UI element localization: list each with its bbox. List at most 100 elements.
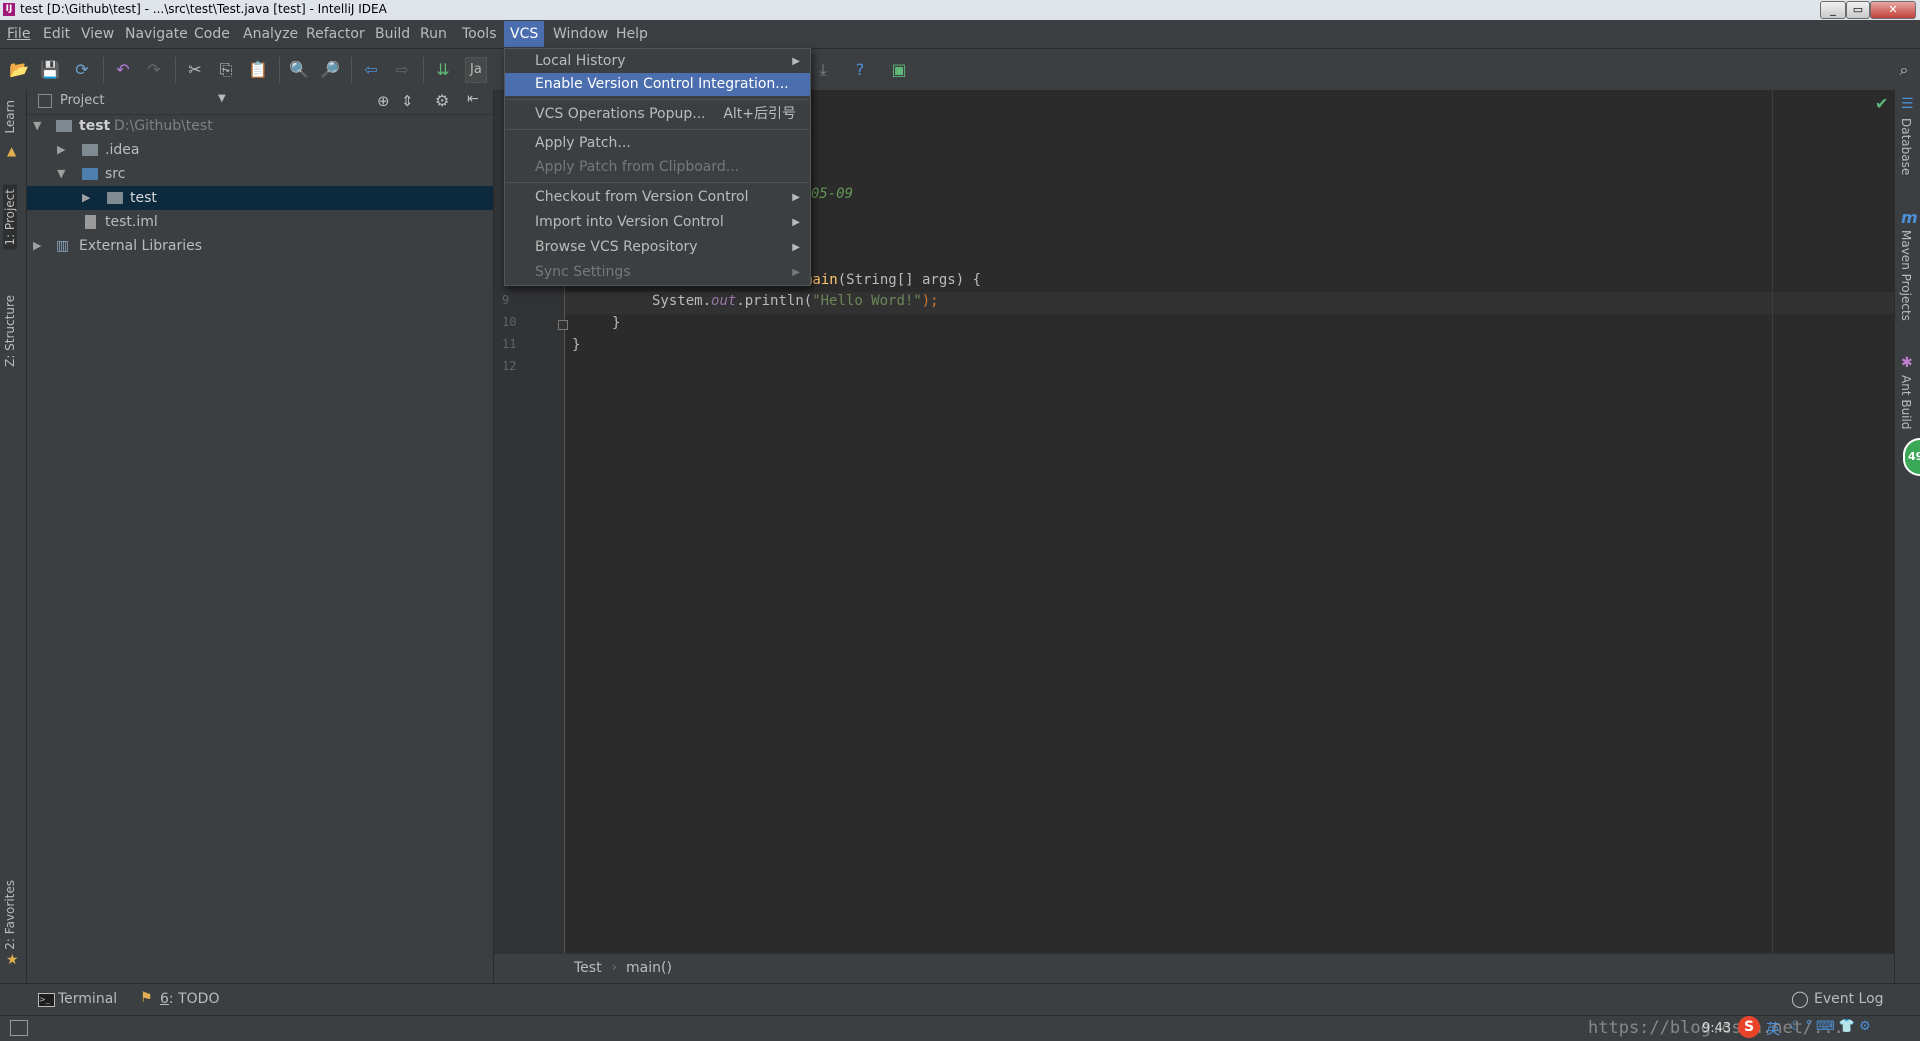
maximize-button[interactable]: ▭ bbox=[1846, 1, 1870, 19]
tree-row-test-package[interactable]: ▶ test bbox=[27, 186, 493, 210]
gear-icon[interactable]: ⚙ bbox=[435, 91, 449, 110]
menu-item-checkout[interactable]: Checkout from Version Control ▶ bbox=[505, 186, 810, 209]
tree-label: test.iml bbox=[105, 214, 158, 230]
menu-item-enable-vcs-integration[interactable]: Enable Version Control Integration... bbox=[505, 73, 810, 96]
find-icon[interactable]: 🔍 bbox=[288, 59, 310, 81]
clock-time: 9:43 bbox=[1702, 1021, 1732, 1036]
code-system: System. bbox=[652, 293, 712, 309]
download-icon[interactable]: ⤓ bbox=[812, 59, 834, 81]
tree-row-project-root[interactable]: ▼ test D:\Github\test bbox=[27, 114, 493, 138]
tab-favorites[interactable]: 2: Favorites bbox=[3, 880, 17, 950]
toolbar-separator bbox=[279, 57, 280, 83]
menu-view[interactable]: View bbox=[81, 26, 114, 42]
ime-mode-label[interactable]: 英 bbox=[1766, 1019, 1780, 1039]
tab-structure[interactable]: Z: Structure bbox=[3, 295, 17, 367]
tool-windows-toggle-icon[interactable] bbox=[10, 1020, 28, 1036]
tab-event-log[interactable]: Event Log bbox=[1814, 991, 1884, 1007]
menu-item-vcs-operations-popup[interactable]: VCS Operations Popup... Alt+后引号 bbox=[505, 103, 810, 126]
tab-project[interactable]: 1: Project bbox=[3, 185, 17, 250]
line-number: 9 bbox=[502, 293, 510, 307]
run-config-selector[interactable]: Ja bbox=[465, 57, 487, 83]
tree-row-external-libraries[interactable]: ▶ ▥ External Libraries bbox=[27, 234, 493, 258]
menu-navigate[interactable]: Navigate bbox=[125, 26, 188, 42]
tree-row-idea[interactable]: ▶ .idea bbox=[27, 138, 493, 162]
menu-item-sync-settings[interactable]: Sync Settings ▶ bbox=[505, 261, 810, 284]
ime-toolbar-icons[interactable]: ☾°⌨👕⚙ bbox=[1790, 1019, 1875, 1034]
menu-refactor[interactable]: Refactor bbox=[306, 26, 365, 42]
bottom-tool-bar: >_ Terminal ⚑ 6: TODO ◯ Event Log bbox=[0, 983, 1920, 1016]
code-close-brace-method: } bbox=[612, 315, 621, 331]
save-icon[interactable]: 💾 bbox=[39, 59, 61, 81]
tab-ant-build[interactable]: Ant Build bbox=[1899, 375, 1913, 429]
todo-mnemonic: 6 bbox=[160, 991, 169, 1007]
breadcrumb-class[interactable]: Test bbox=[574, 960, 602, 976]
menu-analyze[interactable]: Analyze bbox=[243, 26, 298, 42]
ant-icon: ✱ bbox=[1901, 355, 1913, 371]
paste-icon[interactable]: 📋 bbox=[247, 59, 269, 81]
menu-window[interactable]: Window bbox=[553, 26, 608, 42]
minimize-button[interactable]: _ bbox=[1820, 1, 1846, 19]
collapsed-arrow-icon[interactable]: ▶ bbox=[33, 234, 41, 258]
chevron-down-icon[interactable]: ▼ bbox=[218, 93, 226, 104]
menu-edit[interactable]: Edit bbox=[43, 26, 70, 42]
expanded-arrow-icon[interactable]: ▼ bbox=[57, 162, 65, 186]
make-project-icon[interactable]: ⇊ bbox=[432, 59, 454, 81]
menu-file[interactable]: File bbox=[7, 26, 30, 42]
vcs-dropdown-menu: Local History ▶ Enable Version Control I… bbox=[504, 48, 811, 286]
forward-icon[interactable]: ⇨ bbox=[391, 59, 413, 81]
expanded-arrow-icon[interactable]: ▼ bbox=[33, 114, 41, 138]
menu-item-label: Local History bbox=[535, 53, 626, 69]
search-everywhere-icon[interactable]: ⌕ bbox=[1893, 59, 1915, 81]
hide-panel-icon[interactable]: ⇤ bbox=[467, 91, 479, 107]
menu-vcs[interactable]: VCS bbox=[504, 21, 545, 47]
close-window-button[interactable]: ✕ bbox=[1870, 1, 1916, 19]
tab-learn[interactable]: Learn bbox=[3, 100, 17, 134]
menu-item-apply-patch-clipboard[interactable]: Apply Patch from Clipboard... bbox=[505, 156, 810, 179]
line-number: 12 bbox=[502, 359, 517, 373]
back-icon[interactable]: ⇦ bbox=[360, 59, 382, 81]
menu-item-label: Checkout from Version Control bbox=[535, 189, 749, 205]
inspection-ok-check-icon[interactable]: ✔ bbox=[1875, 94, 1888, 113]
copy-icon[interactable]: ⎘ bbox=[215, 59, 237, 81]
menu-item-apply-patch[interactable]: Apply Patch... bbox=[505, 132, 810, 155]
window-title-bar: IJ test [D:\Github\test] - ...\src\test\… bbox=[0, 0, 1920, 20]
menu-tools[interactable]: Tools bbox=[462, 26, 497, 42]
menu-item-import[interactable]: Import into Version Control ▶ bbox=[505, 211, 810, 234]
floating-badge[interactable]: 49 bbox=[1903, 438, 1920, 476]
fold-marker-icon[interactable] bbox=[558, 320, 568, 330]
menu-item-browse-repository[interactable]: Browse VCS Repository ▶ bbox=[505, 236, 810, 259]
menu-run[interactable]: Run bbox=[420, 26, 447, 42]
project-structure-icon[interactable]: ▣ bbox=[888, 59, 910, 81]
menu-help[interactable]: Help bbox=[616, 26, 648, 42]
tab-database[interactable]: Database bbox=[1899, 118, 1913, 175]
tree-row-test-iml[interactable]: test.iml bbox=[27, 210, 493, 234]
help-icon[interactable]: ? bbox=[849, 59, 871, 81]
locate-icon[interactable]: ⊕ bbox=[377, 92, 390, 110]
folder-icon bbox=[82, 144, 98, 156]
code-println-call: .println( bbox=[736, 293, 813, 309]
tab-todo[interactable]: 6: TODO bbox=[160, 991, 219, 1007]
menu-separator bbox=[506, 182, 809, 183]
breadcrumb-method[interactable]: main() bbox=[626, 960, 672, 976]
tab-maven-projects[interactable]: Maven Projects bbox=[1899, 230, 1913, 321]
sogou-ime-icon[interactable]: S bbox=[1738, 1016, 1760, 1038]
replace-icon[interactable]: 🔎 bbox=[319, 59, 341, 81]
menu-bar: File Edit View Navigate Code Analyze Ref… bbox=[0, 20, 1920, 49]
undo-icon[interactable]: ↶ bbox=[112, 59, 134, 81]
tree-row-src[interactable]: ▼ src bbox=[27, 162, 493, 186]
menu-item-local-history[interactable]: Local History ▶ bbox=[505, 50, 810, 73]
collapsed-arrow-icon[interactable]: ▶ bbox=[57, 138, 65, 162]
collapse-all-icon[interactable]: ⇕ bbox=[401, 92, 414, 110]
sync-icon[interactable]: ⟳ bbox=[71, 59, 93, 81]
open-folder-icon[interactable]: 📂 bbox=[8, 59, 30, 81]
menu-item-label: Apply Patch... bbox=[535, 135, 631, 151]
collapsed-arrow-icon[interactable]: ▶ bbox=[82, 186, 90, 210]
menu-build[interactable]: Build bbox=[375, 26, 410, 42]
redo-icon[interactable]: ↷ bbox=[143, 59, 165, 81]
tab-terminal[interactable]: Terminal bbox=[58, 991, 117, 1007]
project-view-selector[interactable]: Project bbox=[60, 93, 104, 108]
menu-item-label: Enable Version Control Integration... bbox=[535, 76, 789, 92]
cut-icon[interactable]: ✂ bbox=[184, 59, 206, 81]
menu-code[interactable]: Code bbox=[194, 26, 230, 42]
menu-item-label: VCS Operations Popup... bbox=[535, 106, 706, 122]
